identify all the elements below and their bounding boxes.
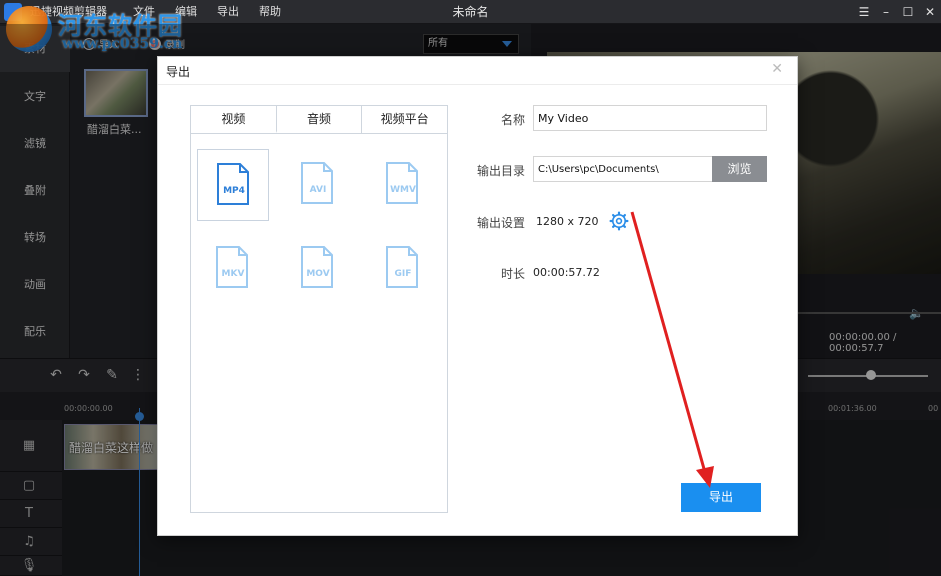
format-option-mkv[interactable]: MKV <box>197 233 269 305</box>
name-label: 名称 <box>500 113 525 127</box>
format-option-wmv[interactable]: WMV <box>367 149 439 221</box>
dialog-title: 导出 <box>166 65 191 79</box>
format-label: MP4 <box>223 186 245 196</box>
file-wmv-icon <box>386 162 418 204</box>
tab-audio[interactable]: 音频 <box>277 106 363 133</box>
format-option-mov[interactable]: MOV <box>282 233 354 305</box>
tab-video[interactable]: 视频 <box>191 106 277 133</box>
file-gif-icon <box>386 246 418 288</box>
output-settings-label: 输出设置 <box>476 216 525 230</box>
menu-help[interactable]: 帮助 <box>249 0 291 24</box>
duration-value: 00:00:57.72 <box>533 266 600 279</box>
app-window: 迅捷视频剪辑器 文件 编辑 导出 帮助 未命名 ☰ – ☐ ✕ 素材 文字 滤镜… <box>0 0 941 576</box>
format-label: MKV <box>221 269 245 279</box>
export-dialog: 导出 ✕ 视频 音频 视频平台 MP4 AVI WMV MKV MOV GIF 名称 输出… <box>157 56 798 536</box>
browse-button[interactable]: 浏览 <box>712 156 767 182</box>
minimize-icon[interactable]: – <box>879 5 893 19</box>
format-label: AVI <box>309 185 327 195</box>
maximize-icon[interactable]: ☐ <box>901 5 915 19</box>
name-input[interactable] <box>533 105 767 131</box>
gear-icon[interactable] <box>609 211 629 231</box>
window-controls: ☰ – ☐ ✕ <box>857 0 937 24</box>
menu-export[interactable]: 导出 <box>207 0 249 24</box>
format-panel: 视频 音频 视频平台 MP4 AVI WMV MKV MOV GIF <box>190 105 448 513</box>
file-mkv-icon <box>216 246 248 288</box>
format-option-avi[interactable]: AVI <box>282 149 354 221</box>
file-avi-icon <box>301 162 333 204</box>
file-mov-icon <box>301 246 333 288</box>
format-label: MOV <box>306 269 330 279</box>
output-dir-label: 输出目录 <box>476 164 525 178</box>
format-option-mp4[interactable]: MP4 <box>197 149 269 221</box>
close-icon[interactable]: ✕ <box>923 5 937 19</box>
format-label: WMV <box>390 185 416 195</box>
export-button[interactable]: 导出 <box>681 483 761 512</box>
file-mp4-icon <box>217 163 249 205</box>
close-icon[interactable]: ✕ <box>771 61 783 77</box>
output-dir-input[interactable] <box>533 156 713 182</box>
format-option-gif[interactable]: GIF <box>367 233 439 305</box>
format-tabs: 视频 音频 视频平台 <box>191 106 447 134</box>
output-resolution: 1280 x 720 <box>536 215 599 228</box>
menu-icon[interactable]: ☰ <box>857 5 871 19</box>
format-label: GIF <box>394 269 412 279</box>
tab-video-platform[interactable]: 视频平台 <box>362 106 447 133</box>
duration-label: 时长 <box>500 267 525 281</box>
dialog-header: 导出 ✕ <box>158 57 797 85</box>
